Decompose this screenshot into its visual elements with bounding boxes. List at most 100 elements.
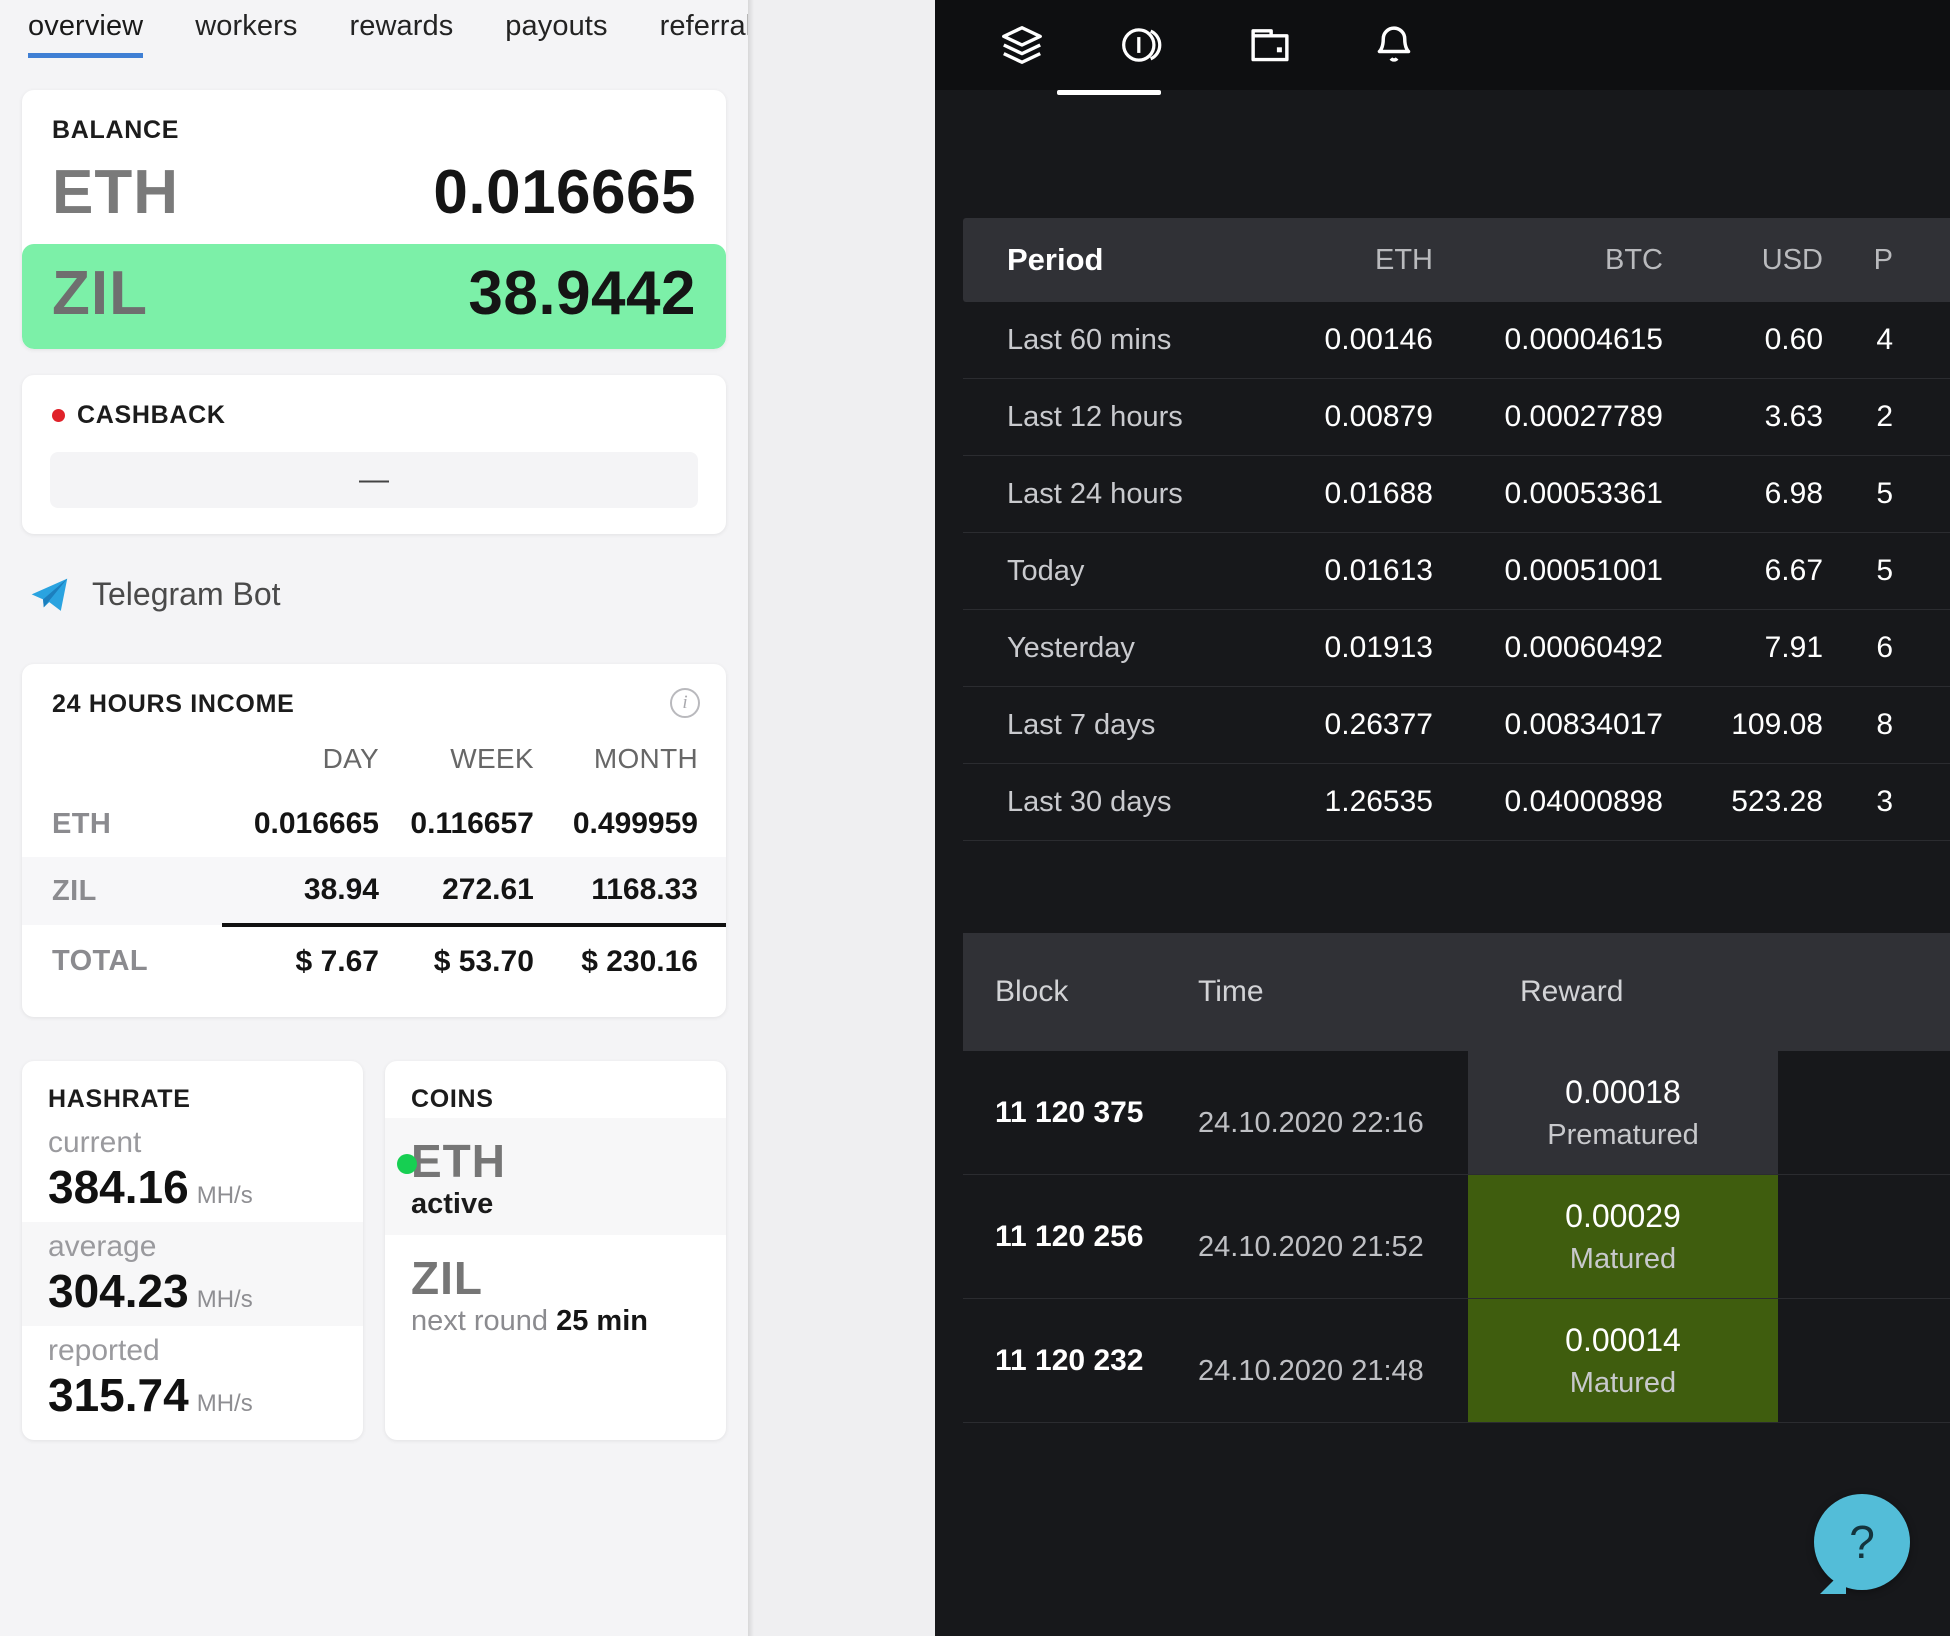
- stats-col-truncated: P: [1873, 243, 1893, 276]
- income-eth-month: 0.499959: [572, 807, 698, 840]
- stats-cut-6: 3: [1876, 785, 1893, 818]
- bell-icon[interactable]: [1365, 16, 1423, 74]
- hashrate-current: current 384.16 MH/s: [22, 1118, 363, 1222]
- coins-icon[interactable]: [1117, 16, 1175, 74]
- dark-topbar: [935, 0, 1950, 90]
- hashrate-reported-unit: MH/s: [196, 1390, 253, 1417]
- income-total-week: $ 53.70: [378, 923, 534, 995]
- hashrate-reported-value: 315.74: [48, 1369, 189, 1421]
- coins-card: COINS ETH active ZIL next round 25 min: [385, 1061, 726, 1440]
- stats-usd-5: 109.08: [1731, 708, 1823, 741]
- income-header-row: DAY WEEK MONTH: [22, 725, 726, 791]
- info-icon[interactable]: i: [670, 688, 700, 718]
- block-time-1: 24.10.2020 21:52: [1198, 1231, 1424, 1263]
- coin-next-round-label: next round: [411, 1305, 557, 1337]
- cashback-title: CASHBACK: [77, 401, 226, 429]
- cashback-card: CASHBACK —: [22, 375, 726, 534]
- block-reward-2: 0.00014: [1565, 1321, 1681, 1358]
- stats-table-header: Period ETH BTC USD P: [963, 218, 1950, 302]
- blocks-table: Block Time Reward 11 120 375 24.10.2020 …: [963, 933, 1950, 1423]
- balance-symbol-eth: ETH: [52, 158, 179, 227]
- stats-btc-2: 0.00053361: [1504, 477, 1664, 510]
- stats-eth-1: 0.00879: [1324, 400, 1433, 433]
- table-row: TOTAL $ 7.67 $ 53.70 $ 230.16: [22, 923, 726, 995]
- block-reward-1: 0.00029: [1565, 1197, 1681, 1234]
- table-row[interactable]: 11 120 232 24.10.2020 21:48 0.00014 Matu…: [963, 1299, 1950, 1423]
- income-total-month: $ 230.16: [533, 923, 726, 995]
- hashrate-card: HASHRATE current 384.16 MH/s average 304.…: [22, 1061, 363, 1440]
- table-row[interactable]: 11 120 256 24.10.2020 21:52 0.00029 Matu…: [963, 1175, 1950, 1299]
- left-panel-light-dashboard: overview workers rewards payouts referra…: [0, 0, 935, 1636]
- stats-cut-5: 8: [1876, 708, 1893, 741]
- stats-period-3: Today: [1007, 554, 1085, 587]
- blocks-col-block: Block: [995, 975, 1069, 1008]
- income-col-blank: [22, 725, 222, 791]
- stats-eth-0: 0.00146: [1324, 323, 1433, 356]
- stats-eth-5: 0.26377: [1324, 708, 1433, 741]
- stats-period-5: Last 7 days: [1007, 708, 1156, 741]
- balance-row-eth[interactable]: ETH 0.016665: [22, 151, 726, 244]
- income-row-label-total: TOTAL: [52, 944, 148, 977]
- tab-workers[interactable]: workers: [195, 10, 297, 53]
- blocks-col-reward: Reward: [1520, 975, 1624, 1008]
- hashrate-reported-label: reported: [48, 1334, 160, 1367]
- income-col-day: DAY: [322, 743, 379, 774]
- block-state-2: Matured: [1569, 1366, 1677, 1399]
- table-row: Today 0.01613 0.00051001 6.67 5: [963, 533, 1950, 610]
- layers-icon[interactable]: [993, 16, 1051, 74]
- tab-payouts[interactable]: payouts: [505, 10, 607, 53]
- hashrate-average-unit: MH/s: [196, 1286, 253, 1313]
- wallet-icon[interactable]: [1241, 16, 1299, 74]
- coins-title: COINS: [411, 1085, 494, 1113]
- tab-rewards[interactable]: rewards: [349, 10, 453, 53]
- stats-period-4: Yesterday: [1007, 631, 1135, 664]
- stats-col-period: Period: [1007, 242, 1104, 277]
- tab-overview[interactable]: overview: [28, 10, 144, 58]
- income-col-month: MONTH: [593, 743, 698, 774]
- stats-btc-4: 0.00060492: [1504, 631, 1664, 664]
- left-panel-content: overview workers rewards payouts referra…: [0, 0, 869, 1636]
- income-row-label-zil: ZIL: [52, 874, 97, 907]
- table-row: Last 60 mins 0.00146 0.00004615 0.60 4: [963, 302, 1950, 379]
- table-row: ETH 0.016665 0.116657 0.499959: [22, 791, 726, 857]
- stats-eth-4: 0.01913: [1324, 631, 1433, 664]
- balance-value-zil: 38.9442: [468, 259, 696, 328]
- stats-cut-2: 5: [1876, 477, 1893, 510]
- telegram-bot-link[interactable]: Telegram Bot: [0, 534, 748, 616]
- stats-cut-0: 4: [1876, 323, 1893, 356]
- block-time-2: 24.10.2020 21:48: [1198, 1355, 1424, 1387]
- coin-status-eth: active: [411, 1188, 494, 1220]
- table-row: ZIL 38.94 272.61 1168.33: [22, 857, 726, 925]
- stats-btc-3: 0.00051001: [1504, 554, 1664, 587]
- hashrate-average-value: 304.23: [48, 1265, 189, 1317]
- balance-card: BALANCE ETH 0.016665 ZIL 38.9442: [22, 90, 726, 349]
- stats-cut-4: 6: [1876, 631, 1893, 664]
- stats-usd-1: 3.63: [1764, 400, 1823, 433]
- income-row-label-eth: ETH: [52, 807, 112, 840]
- stats-eth-2: 0.01688: [1324, 477, 1433, 510]
- stats-usd-4: 7.91: [1764, 631, 1823, 664]
- help-button[interactable]: ?: [1814, 1494, 1910, 1590]
- block-reward-0: 0.00018: [1565, 1073, 1681, 1110]
- coin-item-eth[interactable]: ETH active: [385, 1118, 726, 1235]
- income-total-day: $ 7.67: [222, 923, 379, 995]
- hashrate-average-label: average: [48, 1230, 157, 1263]
- right-panel-dark-dashboard: Period ETH BTC USD P Last 60 mins 0.0014…: [935, 0, 1950, 1636]
- cashback-value: —: [50, 452, 698, 508]
- stats-period-2: Last 24 hours: [1007, 477, 1183, 510]
- block-state-1: Matured: [1569, 1242, 1677, 1275]
- balance-row-zil[interactable]: ZIL 38.9442: [22, 244, 726, 349]
- hashrate-current-unit: MH/s: [196, 1182, 253, 1209]
- balance-symbol-zil: ZIL: [52, 259, 148, 328]
- block-reward-cell-1: 0.00029 Matured: [1468, 1175, 1778, 1298]
- stats-eth-6: 1.26535: [1324, 785, 1433, 818]
- hashrate-current-label: current: [48, 1126, 142, 1159]
- stats-usd-0: 0.60: [1764, 323, 1823, 356]
- blocks-table-header: Block Time Reward: [963, 933, 1950, 1051]
- stats-cut-1: 2: [1876, 400, 1893, 433]
- coin-symbol-eth: ETH: [411, 1135, 506, 1187]
- balance-title: BALANCE: [52, 116, 180, 144]
- stats-col-btc: BTC: [1605, 243, 1663, 276]
- table-row[interactable]: 11 120 375 24.10.2020 22:16 0.00018 Prem…: [963, 1051, 1950, 1175]
- coin-item-zil[interactable]: ZIL next round 25 min: [385, 1235, 726, 1352]
